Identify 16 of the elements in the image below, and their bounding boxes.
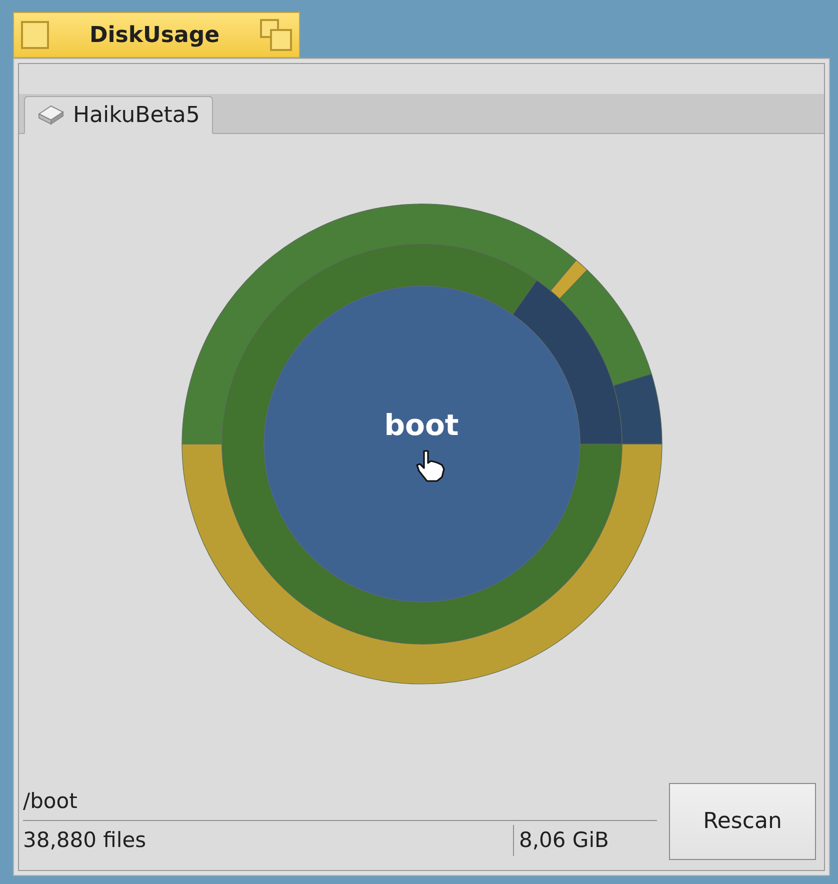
file-count: 38,880 files: [23, 826, 148, 854]
rescan-button[interactable]: Rescan: [669, 783, 816, 860]
chart-center-label: boot: [384, 410, 459, 440]
ring-segment[interactable]: [512, 279, 622, 444]
ring-segment[interactable]: [550, 259, 587, 299]
ring-segment[interactable]: [221, 243, 622, 644]
window-title: DiskUsage: [88, 22, 220, 50]
path-label: /boot: [23, 788, 78, 815]
ring-segment[interactable]: [181, 204, 576, 444]
disk-icon: [37, 104, 65, 126]
volume-tab[interactable]: HaikuBeta5: [24, 96, 213, 134]
ring-segment[interactable]: [612, 373, 662, 444]
disk-size: 8,06 GiB: [513, 824, 657, 856]
ring-segment[interactable]: [558, 269, 652, 386]
ring-segment[interactable]: [181, 443, 662, 684]
center-disc[interactable]: [263, 285, 580, 602]
